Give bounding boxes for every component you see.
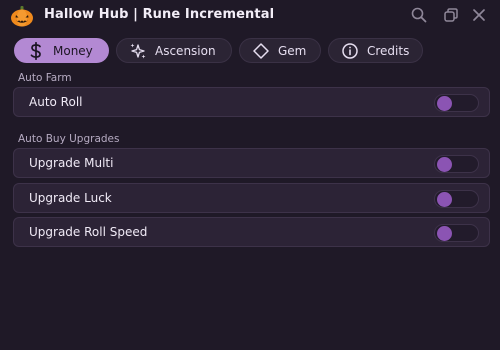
- toggle-row-auto-roll[interactable]: Auto Roll: [13, 87, 490, 117]
- toggle-label: Upgrade Luck: [29, 191, 112, 205]
- tab-gem[interactable]: Gem: [239, 38, 321, 63]
- auto-roll-toggle[interactable]: [434, 94, 479, 112]
- toggle-label: Upgrade Roll Speed: [29, 225, 148, 239]
- info-icon: [341, 42, 359, 60]
- tab-credits-label: Credits: [367, 43, 410, 58]
- hallow-hub-window: Hallow Hub | Rune Incremental Money Asce…: [0, 0, 500, 350]
- title-bar: Hallow Hub | Rune Incremental: [0, 0, 500, 30]
- toggle-knob: [437, 192, 452, 207]
- window-title: Hallow Hub | Rune Incremental: [44, 7, 275, 22]
- upgrade-luck-toggle[interactable]: [434, 190, 479, 208]
- sparkles-icon: [129, 42, 147, 60]
- toggle-row-upgrade-luck[interactable]: Upgrade Luck: [13, 183, 490, 213]
- section-title-auto-buy-upgrades: Auto Buy Upgrades: [18, 133, 120, 145]
- toggle-knob: [437, 96, 452, 111]
- tab-gem-label: Gem: [278, 43, 307, 58]
- tab-money-label: Money: [53, 43, 93, 58]
- toggle-row-upgrade-multi[interactable]: Upgrade Multi: [13, 148, 490, 178]
- toggle-knob: [437, 226, 452, 241]
- toggle-row-upgrade-roll-speed[interactable]: Upgrade Roll Speed: [13, 217, 490, 247]
- toggle-knob: [437, 157, 452, 172]
- upgrade-multi-toggle[interactable]: [434, 155, 479, 173]
- toggle-label: Upgrade Multi: [29, 156, 114, 170]
- dollar-icon: [27, 41, 45, 60]
- tab-ascension-label: Ascension: [155, 43, 216, 58]
- upgrade-roll-speed-toggle[interactable]: [434, 224, 479, 242]
- pumpkin-icon: [11, 6, 33, 27]
- close-button[interactable]: [470, 6, 488, 24]
- tab-ascension[interactable]: Ascension: [116, 38, 232, 63]
- diamond-icon: [252, 42, 270, 60]
- tab-credits[interactable]: Credits: [328, 38, 423, 63]
- search-button[interactable]: [410, 6, 428, 24]
- toggle-label: Auto Roll: [29, 95, 83, 109]
- restore-icon: [444, 8, 458, 22]
- restore-button[interactable]: [442, 6, 460, 24]
- section-title-auto-farm: Auto Farm: [18, 72, 72, 84]
- search-icon: [411, 7, 427, 23]
- tab-money[interactable]: Money: [14, 38, 109, 63]
- close-icon: [473, 9, 485, 21]
